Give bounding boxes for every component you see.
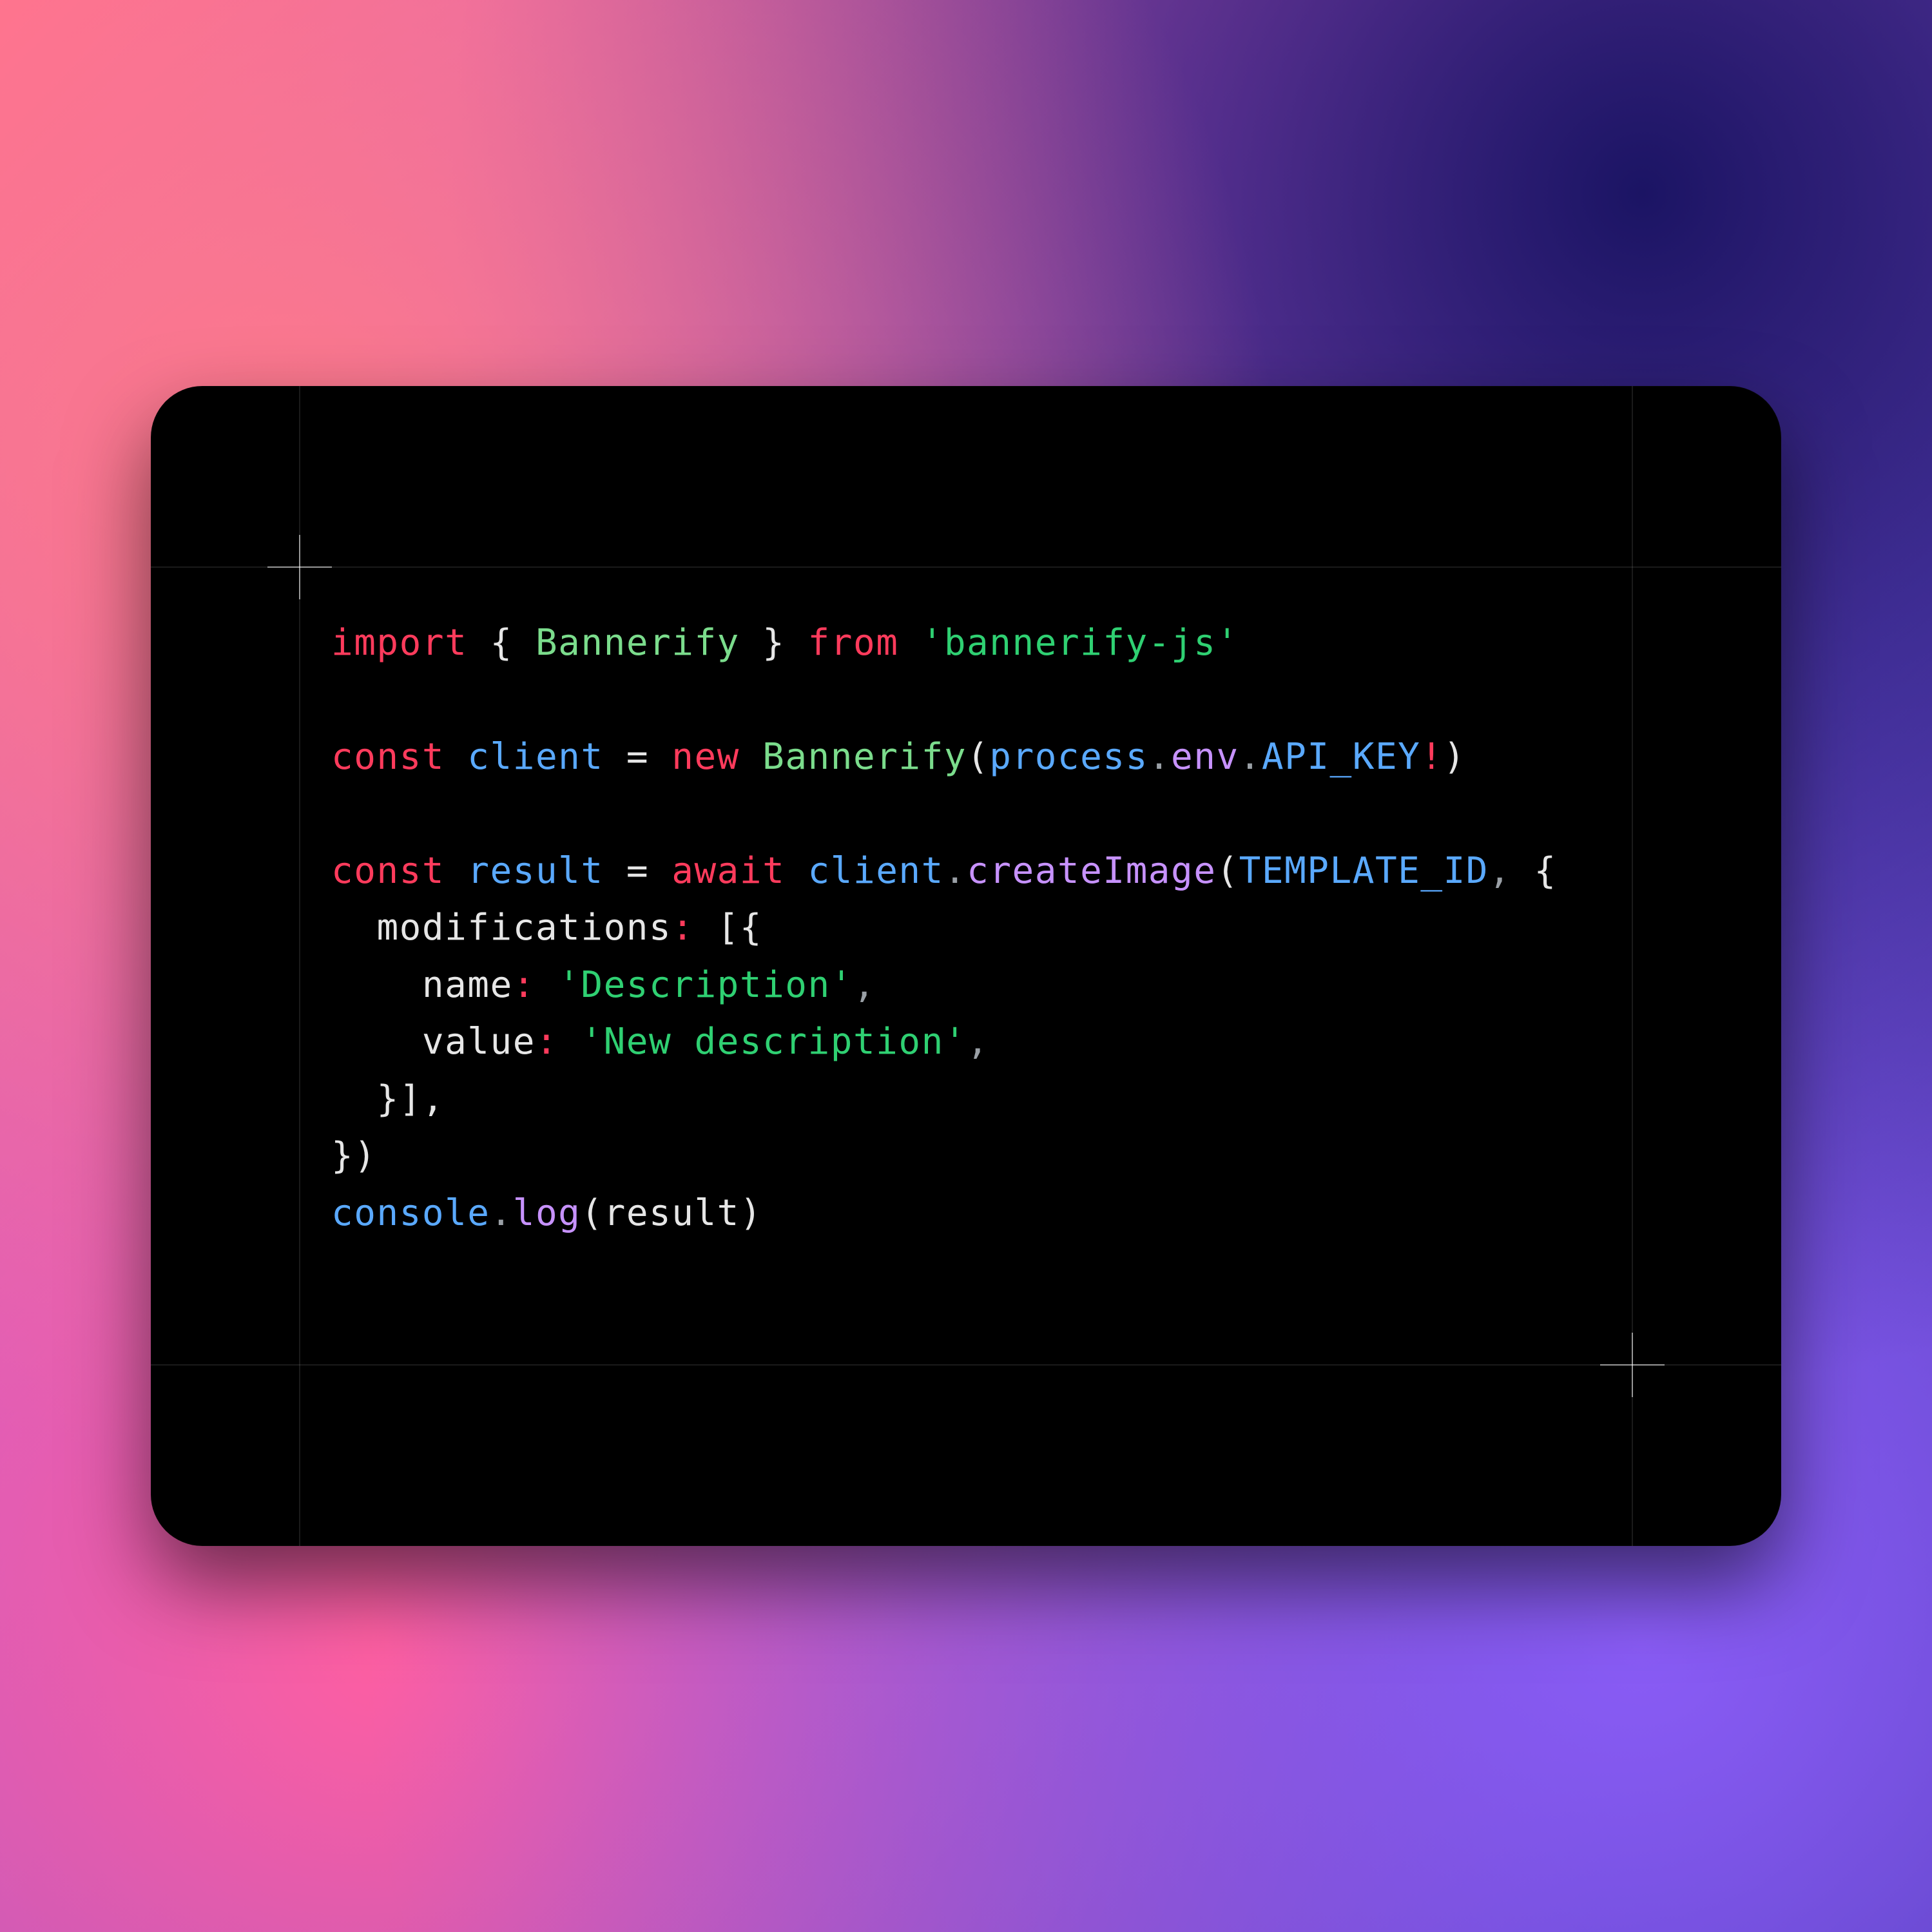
indent: [331, 1078, 376, 1120]
brace: {: [1534, 850, 1556, 892]
class-name: Bannerify: [762, 736, 967, 778]
identifier: result: [467, 850, 603, 892]
crosshair-icon: [267, 535, 332, 599]
keyword: import: [331, 622, 467, 664]
operator: !: [1420, 736, 1443, 778]
paren: ): [1444, 736, 1466, 778]
colon: :: [536, 1021, 558, 1063]
operator: =: [626, 736, 649, 778]
code-block: import { Bannerify } from 'bannerify-js'…: [331, 615, 1633, 1242]
operator: =: [626, 850, 649, 892]
brace: }): [331, 1135, 376, 1177]
brace: {: [490, 622, 536, 664]
identifier: API_KEY: [1262, 736, 1421, 778]
keyword: const: [331, 850, 445, 892]
identifier: result: [604, 1192, 740, 1234]
colon: :: [513, 964, 536, 1006]
property-key: value: [422, 1021, 536, 1063]
paren: (: [967, 736, 989, 778]
colon: :: [671, 907, 694, 949]
indent: [331, 907, 376, 949]
comma: ,: [853, 964, 876, 1006]
dot: .: [944, 850, 967, 892]
keyword: const: [331, 736, 445, 778]
guide-line: [151, 566, 1781, 568]
indent: [331, 1021, 422, 1063]
brace: }: [740, 622, 785, 664]
dot: .: [1148, 736, 1171, 778]
paren: (: [581, 1192, 603, 1234]
comma: ,: [967, 1021, 989, 1063]
string: 'New description': [581, 1021, 967, 1063]
property-key: name: [422, 964, 513, 1006]
code-panel: import { Bannerify } from 'bannerify-js'…: [151, 386, 1781, 1546]
crosshair-icon: [1600, 1333, 1665, 1397]
keyword: from: [808, 622, 899, 664]
property-key: modifications: [376, 907, 671, 949]
method: log: [513, 1192, 581, 1234]
bracket: }],: [376, 1078, 445, 1120]
class-name: Bannerify: [536, 622, 740, 664]
paren: (: [1216, 850, 1239, 892]
dot: .: [1239, 736, 1262, 778]
identifier: client: [467, 736, 603, 778]
guide-line: [151, 1364, 1781, 1366]
identifier: TEMPLATE_ID: [1239, 850, 1489, 892]
paren: ): [740, 1192, 762, 1234]
keyword: new: [671, 736, 740, 778]
identifier: process: [989, 736, 1148, 778]
comma: ,: [1489, 850, 1511, 892]
property: env: [1171, 736, 1239, 778]
method: createImage: [967, 850, 1216, 892]
string: 'bannerify-js': [922, 622, 1239, 664]
dot: .: [490, 1192, 513, 1234]
identifier: client: [808, 850, 944, 892]
identifier: console: [331, 1192, 490, 1234]
keyword: await: [671, 850, 785, 892]
bracket: [{: [717, 907, 762, 949]
indent: [331, 964, 422, 1006]
string: 'Description': [558, 964, 853, 1006]
